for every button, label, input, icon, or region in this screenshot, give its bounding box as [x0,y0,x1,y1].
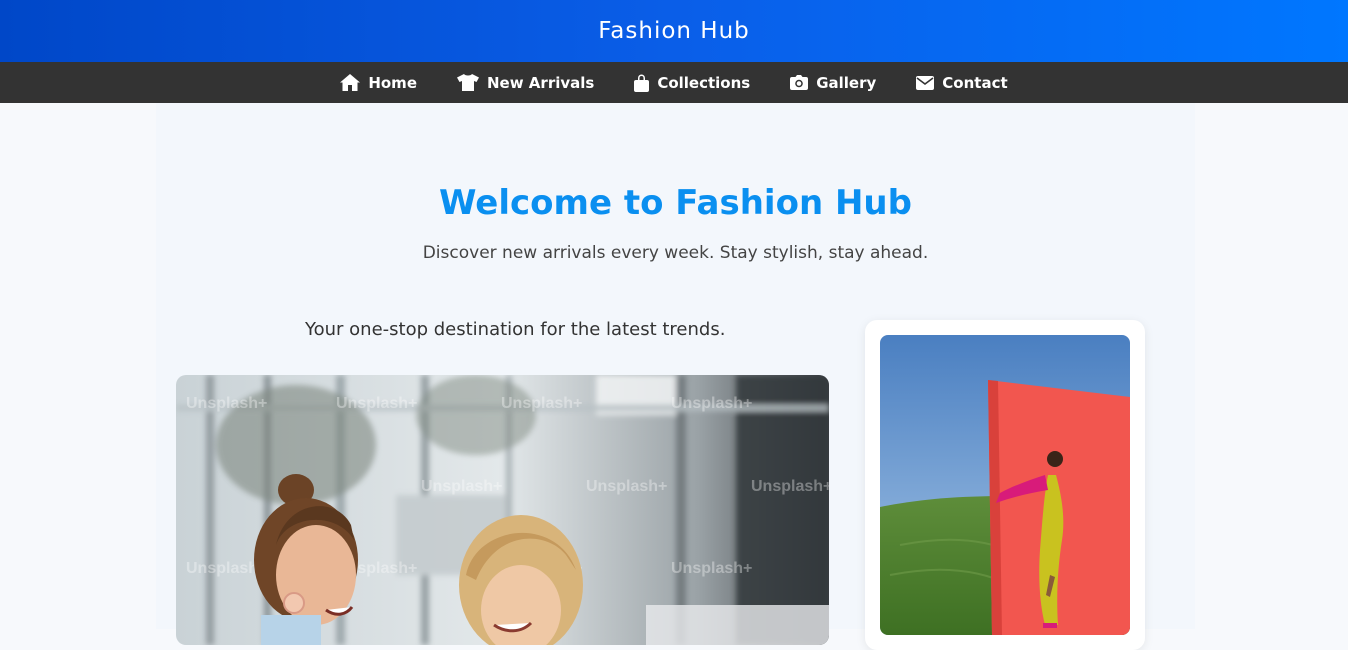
hero-subtitle: Discover new arrivals every week. Stay s… [422,243,929,263]
svg-text:Unsplash+: Unsplash+ [336,395,417,412]
tshirt-icon [457,74,479,91]
nav-contact-label: Contact [942,73,1008,92]
nav-contact[interactable]: Contact [916,73,1008,92]
nav-home-label: Home [368,73,417,92]
site-header: Fashion Hub [0,0,1348,62]
svg-text:Unsplash+: Unsplash+ [186,395,267,412]
nav-new-arrivals-label: New Arrivals [487,73,595,92]
tagline: Your one-stop destination for the latest… [305,319,726,340]
featured-image-two-women: Unsplash+ Unsplash+ Unsplash+ Unsplash+ … [176,375,829,645]
svg-text:Unsplash+: Unsplash+ [421,478,502,495]
svg-text:Unsplash+: Unsplash+ [751,478,829,495]
main-nav: Home New Arrivals Collections Gallery Co… [0,62,1348,103]
nav-home[interactable]: Home [340,74,417,92]
svg-text:Unsplash+: Unsplash+ [586,478,667,495]
main-content: Welcome to Fashion Hub Discover new arri… [156,103,1195,650]
nav-gallery[interactable]: Gallery [790,74,876,92]
envelope-icon [916,75,935,90]
side-card [865,320,1145,650]
nav-collections-label: Collections [657,73,751,92]
hero-title: Welcome to Fashion Hub [439,183,912,223]
svg-text:Unsplash+: Unsplash+ [671,560,752,577]
shopping-bag-icon [634,74,650,92]
nav-new-arrivals[interactable]: New Arrivals [457,74,594,92]
side-image-woman-red-wall [880,335,1130,635]
svg-text:Unsplash+: Unsplash+ [671,395,752,412]
home-icon [340,74,361,91]
nav-collections[interactable]: Collections [634,74,750,92]
nav-gallery-label: Gallery [816,73,877,92]
camera-icon [790,75,809,90]
svg-text:Unsplash+: Unsplash+ [501,395,582,412]
site-brand[interactable]: Fashion Hub [598,18,750,44]
